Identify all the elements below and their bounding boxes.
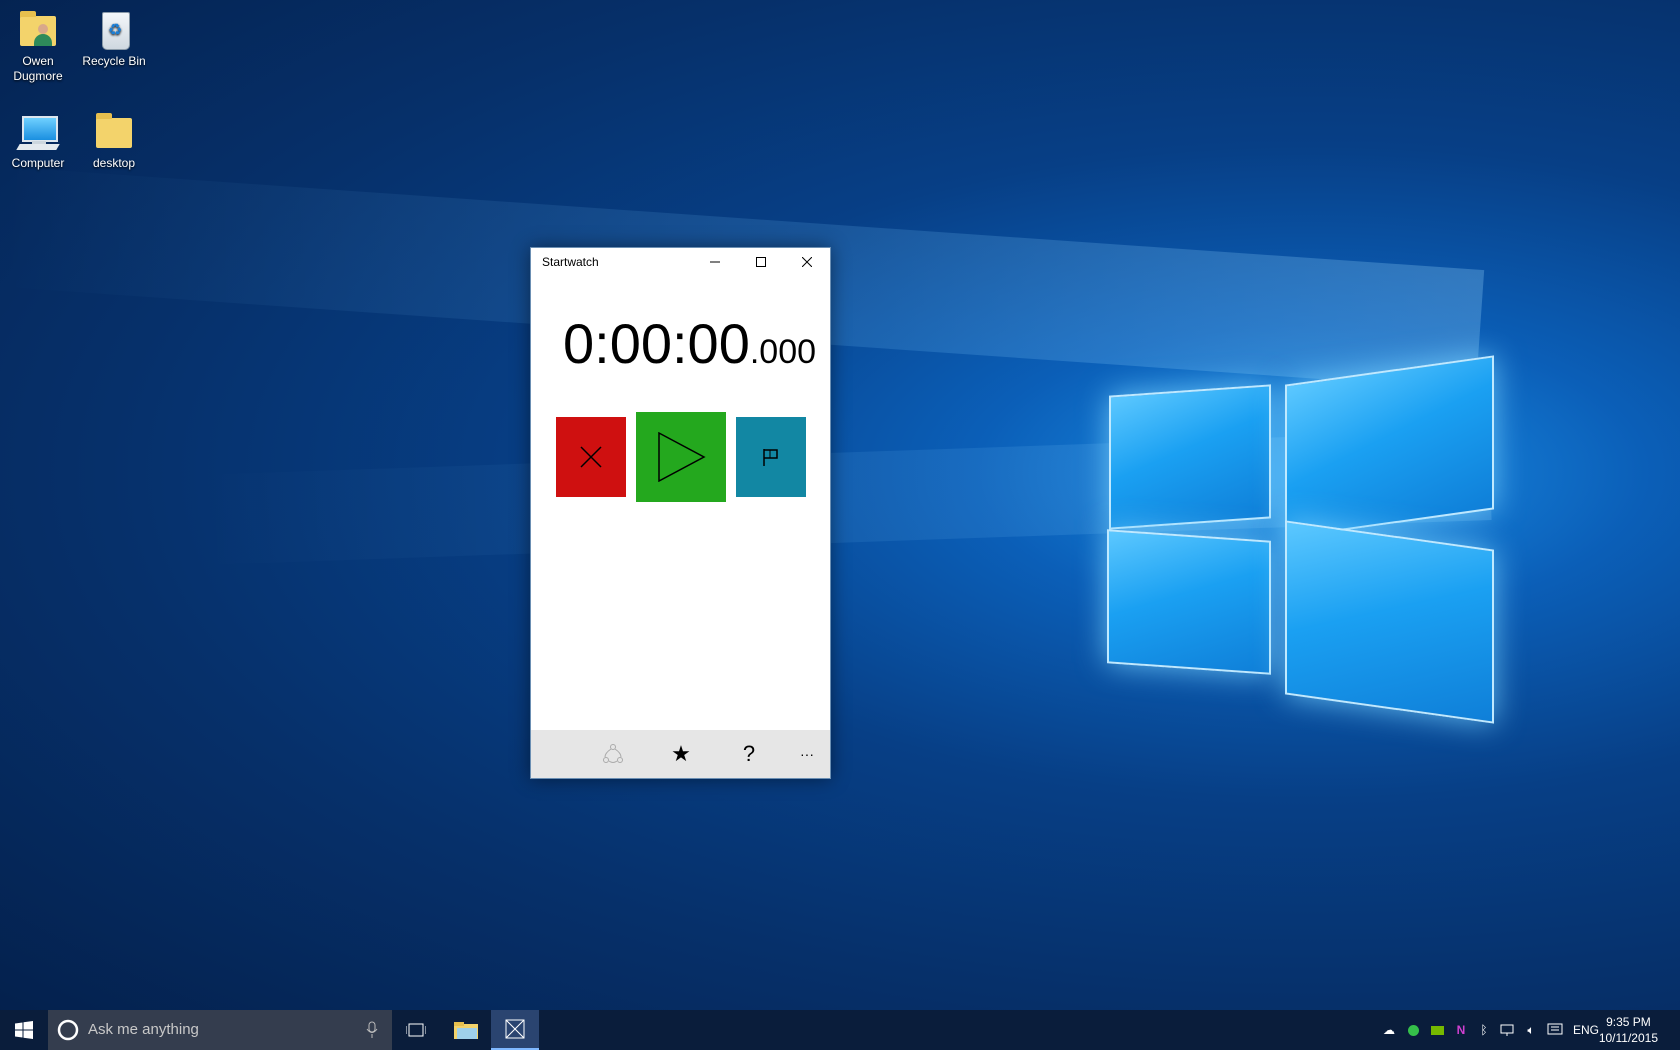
taskbar-clock[interactable]: 9:35 PM 10/11/2015 — [1599, 1014, 1658, 1046]
minimize-icon — [710, 261, 720, 263]
desktop-icon-recycle-bin[interactable]: ♻ Recycle Bin — [78, 8, 150, 69]
timer-display: 0:00:00.000 — [563, 311, 816, 376]
close-icon — [802, 257, 812, 267]
desktop-icon-label: Owen — [22, 54, 54, 68]
startwatch-app-icon — [505, 1019, 525, 1039]
windows-start-icon — [15, 1021, 33, 1039]
timer-main: 0:00:00 — [563, 312, 750, 375]
microphone-icon[interactable] — [366, 1021, 378, 1039]
clock-date: 10/11/2015 — [1598, 1031, 1658, 1045]
desktop-icon-label: Recycle Bin — [82, 54, 146, 68]
clock-time: 9:35 PM — [1606, 1015, 1651, 1029]
window-title: Startwatch — [542, 255, 599, 269]
computer-icon — [16, 110, 60, 154]
start-button-taskbar[interactable] — [0, 1010, 48, 1050]
desktop-icon-desktop[interactable]: desktop — [78, 110, 150, 171]
windows-logo-wallpaper — [1105, 340, 1495, 724]
taskbar: Ask me anything ☁ N ᛒ 🔈︎ ENG 9:35 PM 10/… — [0, 1010, 1680, 1050]
bluetooth-icon[interactable]: ᛒ — [1474, 1010, 1494, 1050]
start-button[interactable] — [636, 412, 726, 502]
search-box[interactable]: Ask me anything — [48, 1010, 392, 1050]
task-view-button[interactable] — [392, 1010, 440, 1050]
close-button[interactable] — [784, 248, 830, 276]
desktop-icon-label: desktop — [92, 156, 136, 170]
onedrive-icon[interactable]: ☁ — [1378, 1010, 1400, 1050]
file-explorer-icon — [454, 1022, 478, 1039]
star-icon: ★ — [671, 741, 691, 766]
desktop-icon-label: Computer — [11, 156, 65, 170]
language-indicator[interactable]: ENG — [1570, 1010, 1602, 1050]
notifications-tray-icon[interactable]: N — [1450, 1010, 1472, 1050]
startwatch-taskbar-button[interactable] — [491, 1010, 539, 1050]
title-bar[interactable]: Startwatch — [531, 248, 830, 276]
desktop-icon-owen-dugmore[interactable]: Owen Dugmore — [2, 8, 74, 84]
share-icon — [603, 744, 623, 763]
task-view-icon — [406, 1023, 426, 1037]
favorite-button[interactable]: ★ — [661, 738, 701, 770]
share-button[interactable] — [593, 738, 633, 770]
nvidia-icon[interactable] — [1426, 1010, 1448, 1050]
flag-icon — [763, 449, 778, 466]
volume-icon[interactable]: 🔈︎ — [1520, 1010, 1542, 1050]
more-button[interactable]: ··· — [787, 738, 827, 770]
file-explorer-taskbar-button[interactable] — [442, 1010, 490, 1050]
user-folder-icon — [16, 8, 60, 52]
help-icon: ? — [742, 741, 756, 766]
timer-milliseconds: .000 — [749, 333, 817, 371]
cortana-icon — [57, 1019, 79, 1041]
search-placeholder: Ask me anything — [88, 1021, 199, 1038]
app-bar: ★ ? ··· — [531, 730, 830, 778]
desktop-icon-label: Dugmore — [13, 69, 63, 83]
help-button[interactable]: ? — [729, 738, 769, 770]
desktop-icon-computer[interactable]: Computer — [2, 110, 74, 171]
folder-icon — [92, 110, 136, 154]
recycle-bin-icon: ♻ — [92, 8, 136, 52]
play-icon — [658, 432, 706, 482]
lap-button[interactable] — [736, 417, 806, 497]
network-icon[interactable] — [1496, 1010, 1518, 1050]
maximize-icon — [756, 257, 766, 267]
minimize-button[interactable] — [692, 248, 738, 276]
maximize-button[interactable] — [738, 248, 784, 276]
x-icon — [580, 446, 602, 468]
reset-button[interactable] — [556, 417, 626, 497]
app-tray-icon[interactable] — [1402, 1010, 1424, 1050]
startwatch-window: Startwatch 0:00:00.000 ★ ? ··· — [530, 247, 831, 779]
action-center-icon[interactable] — [1544, 1010, 1566, 1050]
more-icon: ··· — [800, 746, 814, 762]
